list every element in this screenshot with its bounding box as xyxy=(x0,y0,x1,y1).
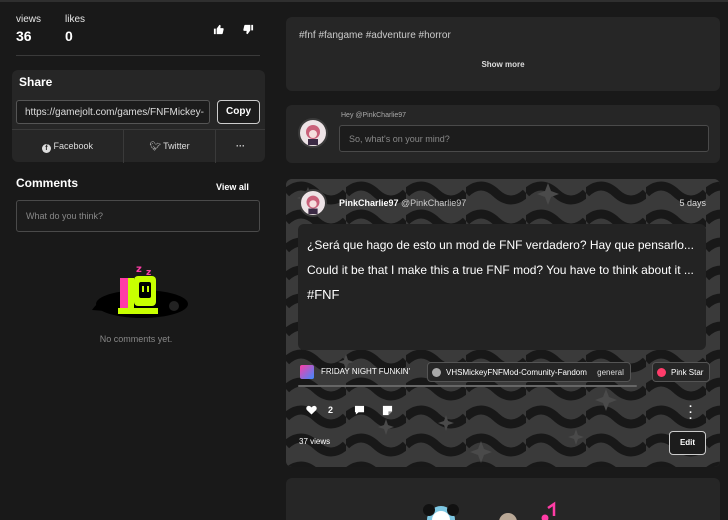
like-count[interactable]: 2 xyxy=(328,405,333,415)
facebook-share-button[interactable]: f Facebook xyxy=(12,130,124,163)
author-avatar[interactable] xyxy=(299,189,327,217)
post-body: ¿Será que hago de esto un mod de FNF ver… xyxy=(298,224,706,350)
community-chip-fnf[interactable]: FRIDAY NIGHT FUNKIN' xyxy=(298,362,410,382)
game-stats: views 36 likes 0 xyxy=(16,14,260,56)
chips-scrollbar[interactable] xyxy=(298,385,637,387)
likes-label: likes xyxy=(65,14,86,25)
thumbs-up-icon[interactable] xyxy=(213,24,225,36)
chip-label: Pink Star xyxy=(671,368,704,377)
author-handle: @PinkCharlie97 xyxy=(401,198,467,208)
community-chip-pinkstar[interactable]: Pink Star xyxy=(652,362,711,382)
community-chip-vhsmickey[interactable]: VHSMickeyFNFMod-Comunity-Fandom general xyxy=(427,362,631,382)
sleeping-mascot-illustration: z z xyxy=(92,264,188,318)
like-heart-icon[interactable] xyxy=(306,405,317,418)
twitter-share-button[interactable]: 🐦︎ Twitter xyxy=(124,130,216,163)
facebook-icon: f xyxy=(41,144,51,153)
comment-icon[interactable] xyxy=(354,405,365,418)
svg-text:z: z xyxy=(136,264,142,275)
user-avatar[interactable] xyxy=(298,118,328,148)
post-paragraph-1: ¿Será que hago de esto un mod de FNF ver… xyxy=(307,238,694,252)
community-chips: FRIDAY NIGHT FUNKIN' VHSMickeyFNFMod-Com… xyxy=(298,362,720,382)
social-share-row: f Facebook 🐦︎ Twitter ··· xyxy=(12,129,265,163)
views-stat: views 36 xyxy=(16,14,41,44)
copy-button[interactable]: Copy xyxy=(217,100,260,124)
no-comments-text: No comments yet. xyxy=(99,334,173,344)
share-card: Share https://gamejolt.com/games/FNFMick… xyxy=(12,70,265,163)
description-card: #fnf #fangame #adventure #horror Show mo… xyxy=(286,17,720,91)
twitter-icon: 🐦︎ xyxy=(149,141,161,151)
game-tags[interactable]: #fnf #fangame #adventure #horror xyxy=(299,30,451,41)
fnf-community-icon xyxy=(300,365,314,379)
show-more-button[interactable]: Show more xyxy=(286,60,720,69)
post-paragraph-2: Could it be that I make this a true FNF … xyxy=(307,263,694,277)
post-options-icon[interactable]: · · · xyxy=(689,402,693,425)
likes-stat: likes 0 xyxy=(65,14,85,44)
feed-post: PinkCharlie97 @PinkCharlie97 5 days ¿Ser… xyxy=(286,179,720,467)
thumbs-down-icon[interactable] xyxy=(243,24,255,36)
comment-input[interactable]: What do you think? xyxy=(16,200,260,232)
comments-title: Comments xyxy=(16,176,79,190)
next-post-card xyxy=(286,478,720,520)
sticker-icon[interactable] xyxy=(382,405,393,419)
twitter-label: Twitter xyxy=(163,141,190,151)
community-icon xyxy=(432,368,441,377)
composer-greeting: Hey @PinkCharlie97 xyxy=(341,112,407,119)
facebook-label: Facebook xyxy=(53,141,94,151)
likes-count: 0 xyxy=(65,28,73,44)
post-time[interactable]: 5 days xyxy=(679,198,706,208)
post-author[interactable]: PinkCharlie97 @PinkCharlie97 xyxy=(339,198,466,208)
post-composer: Hey @PinkCharlie97 So, what's on your mi… xyxy=(286,105,720,163)
edit-post-button[interactable]: Edit xyxy=(669,431,706,455)
view-all-comments-link[interactable]: View all xyxy=(216,182,249,192)
more-share-button[interactable]: ··· xyxy=(216,130,265,163)
post-hashtag[interactable]: #FNF xyxy=(307,287,697,303)
chip-label: VHSMickeyFNFMod-Comunity-Fandom xyxy=(446,368,587,377)
views-label: views xyxy=(16,14,42,25)
post-input[interactable]: So, what's on your mind? xyxy=(339,125,709,152)
chip-channel: general xyxy=(597,368,624,377)
author-name[interactable]: PinkCharlie97 xyxy=(339,198,399,208)
views-count: 36 xyxy=(16,28,32,44)
share-title: Share xyxy=(19,75,53,89)
community-icon xyxy=(657,368,666,377)
left-column: views 36 likes 0 Share https://gamejolt.… xyxy=(0,0,272,520)
post-views: 37 views xyxy=(299,437,331,446)
chip-label: FRIDAY NIGHT FUNKIN' xyxy=(321,367,411,376)
next-post-preview-icons xyxy=(423,501,556,520)
share-url-field[interactable]: https://gamejolt.com/games/FNFMickey- xyxy=(16,100,210,124)
